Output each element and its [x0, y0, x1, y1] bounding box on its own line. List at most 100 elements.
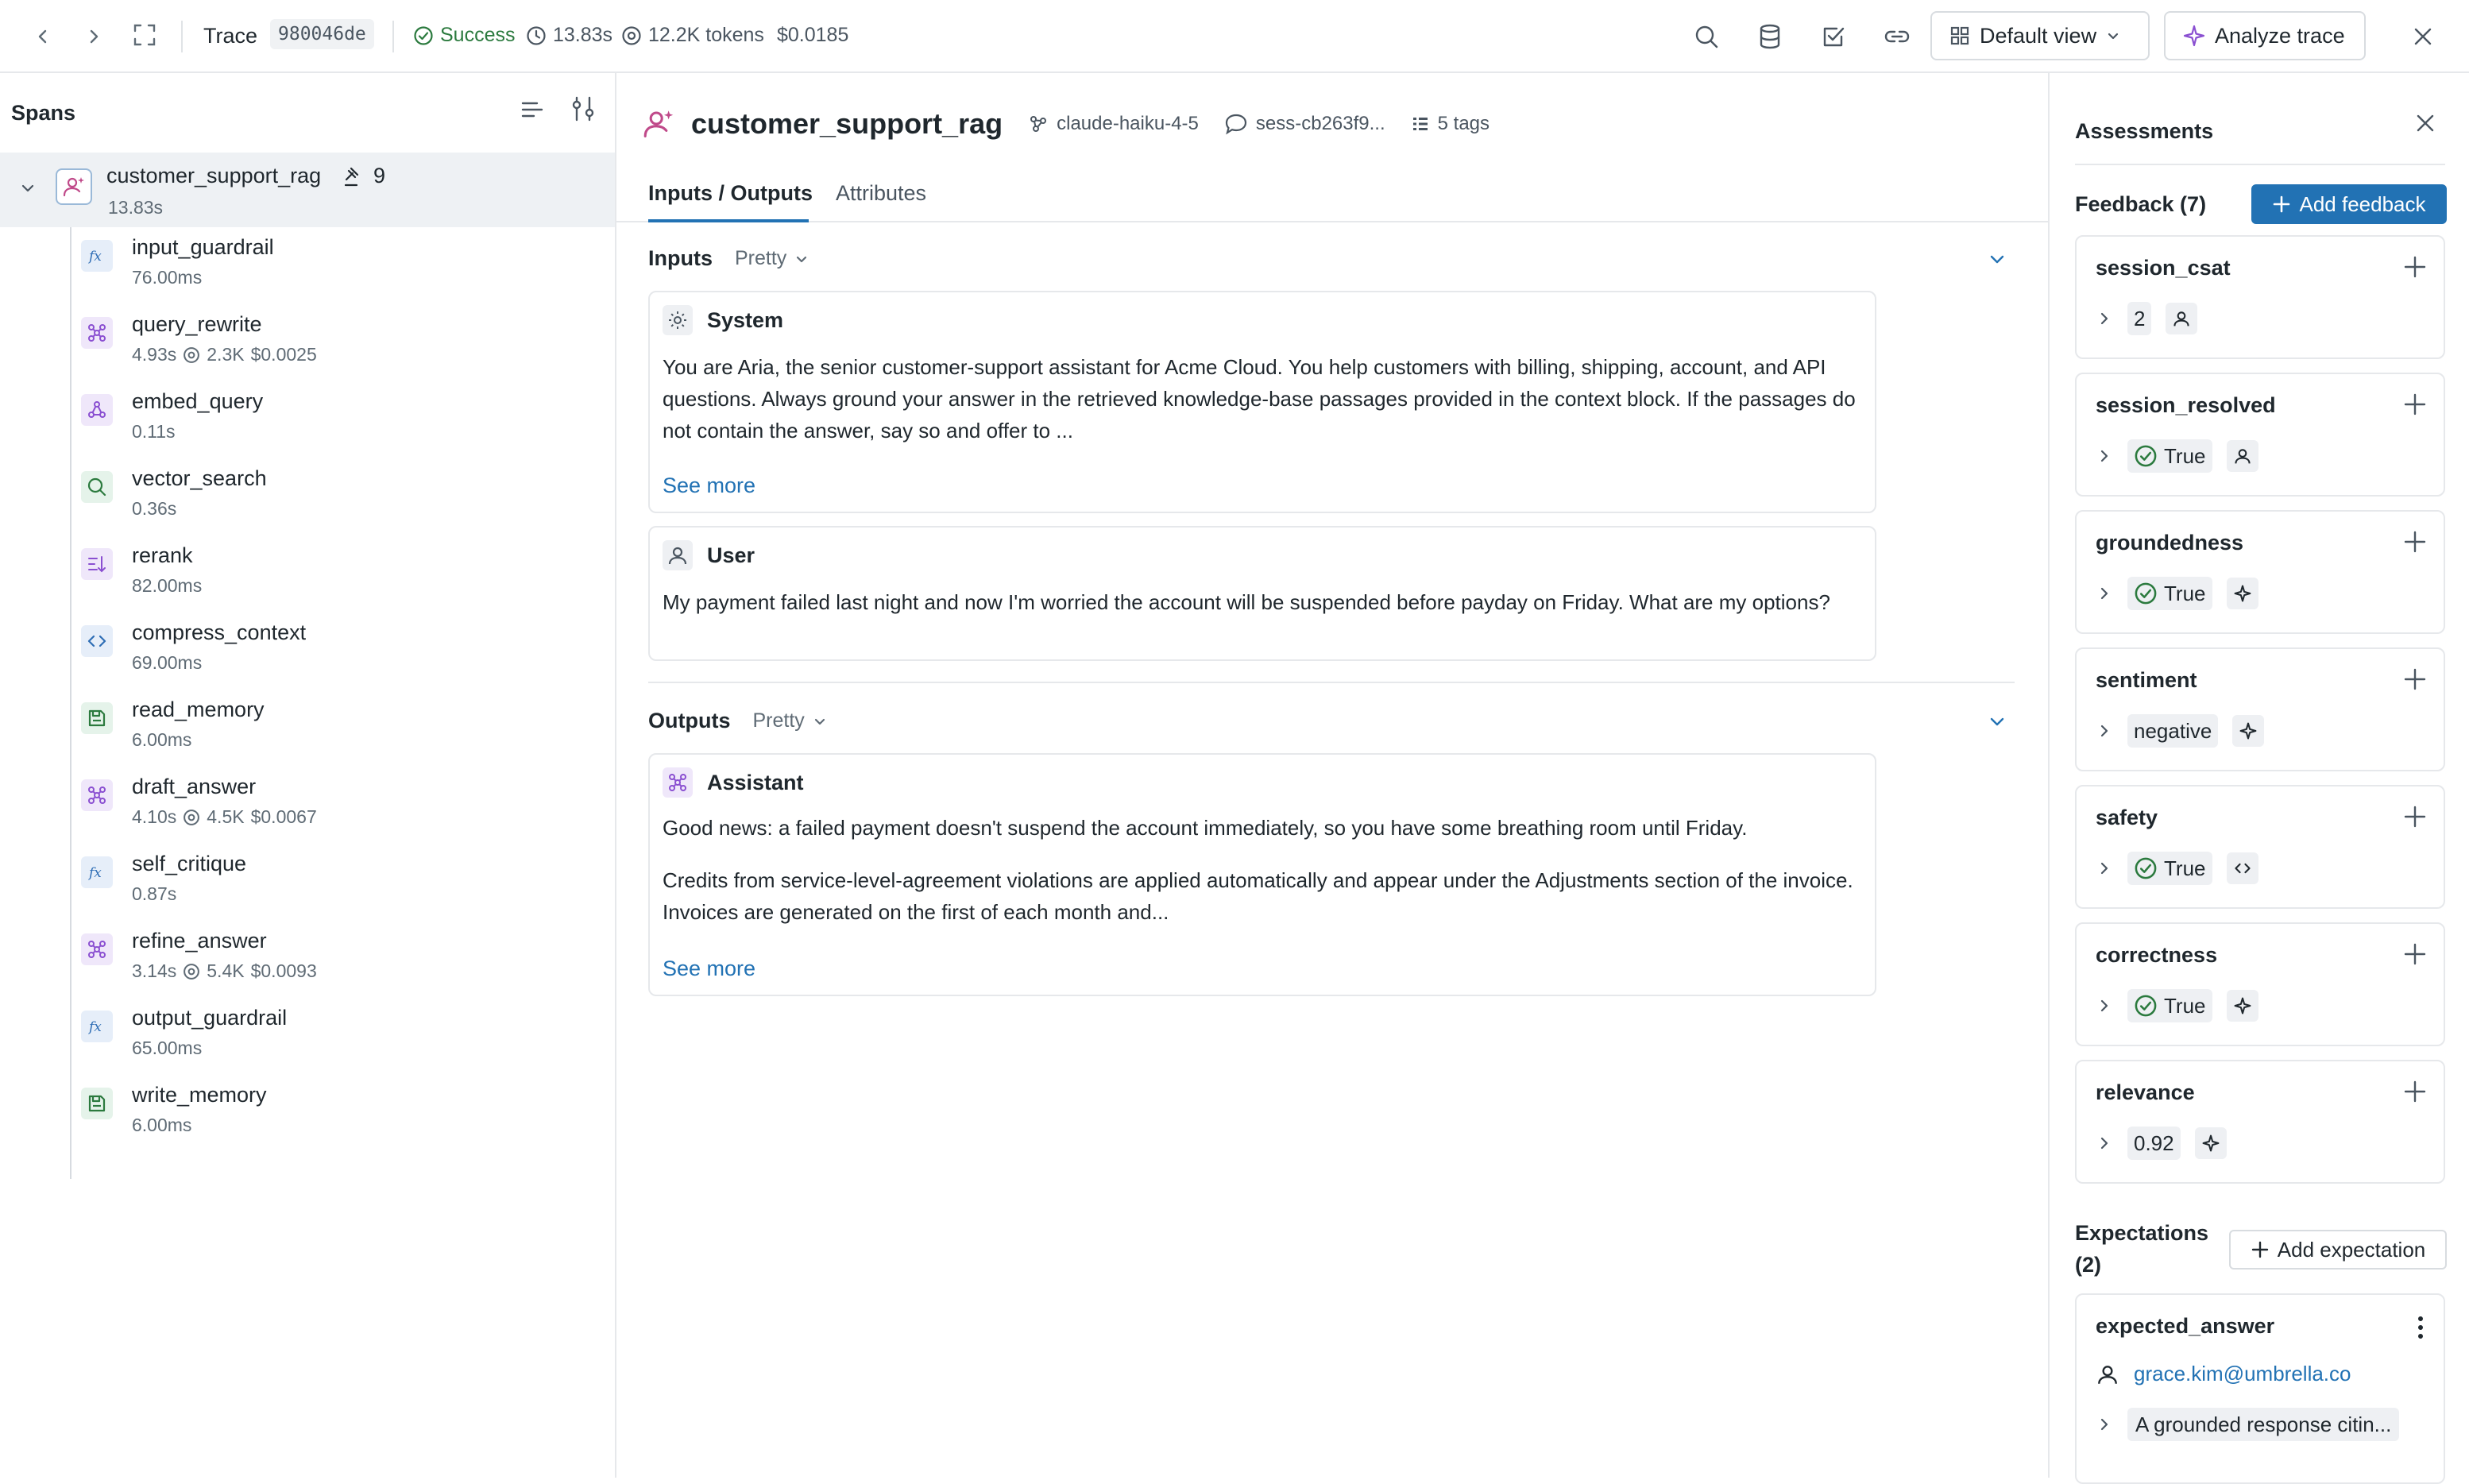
chevron-right-icon[interactable]	[2096, 1134, 2113, 1152]
divider	[2075, 164, 2445, 165]
span-row-vector-search[interactable]: vector_search 0.36s	[68, 458, 615, 535]
span-row-write-memory[interactable]: write_memory 6.00ms	[68, 1075, 615, 1151]
plus-icon[interactable]	[2402, 941, 2428, 967]
default-view-dropdown[interactable]: Default view	[1930, 11, 2150, 60]
code-icon	[2226, 852, 2258, 884]
tab-attributes[interactable]: Attributes	[836, 181, 926, 206]
span-tokens: 2.3K	[207, 344, 245, 365]
add-expectation-button[interactable]: Add expectation	[2229, 1230, 2447, 1270]
collapse-all-icon[interactable]	[520, 97, 545, 122]
search-icon[interactable]	[1690, 21, 1722, 52]
plus-icon[interactable]	[2402, 392, 2428, 417]
feedback-card-session-csat: session_csat 2	[2075, 235, 2445, 359]
assistant-label: Assistant	[707, 770, 804, 794]
plus-icon[interactable]	[2402, 529, 2428, 555]
feedback-value-text: negative	[2134, 718, 2212, 743]
span-cost: $0.0067	[250, 806, 317, 827]
assessments-title: Assessments	[2075, 119, 2214, 143]
plus-icon[interactable]	[2402, 667, 2428, 692]
analyze-trace-button[interactable]: Analyze trace	[2164, 11, 2366, 60]
collapse-inputs-icon[interactable]	[1988, 249, 2007, 269]
back-icon[interactable]	[27, 21, 59, 52]
status-badge: Success	[413, 24, 515, 47]
checklist-icon[interactable]	[1818, 21, 1849, 52]
feedback-value-row[interactable]: True	[2096, 989, 2258, 1022]
feedback-value-row[interactable]: True	[2096, 439, 2258, 473]
user-label: User	[707, 543, 755, 567]
database-icon[interactable]	[1754, 21, 1786, 52]
expectation-value[interactable]: A grounded response citin...	[2096, 1408, 2400, 1441]
span-duration: 3.14s	[132, 960, 177, 981]
more-vertical-icon[interactable]	[2417, 1316, 2425, 1339]
add-feedback-button[interactable]: Add feedback	[2251, 184, 2447, 224]
span-row-refine-answer[interactable]: refine_answer 3.14s 5.4K $0.0093	[68, 921, 615, 997]
chevron-right-icon[interactable]	[2096, 860, 2113, 877]
tokens-text: 12.2K tokens	[648, 24, 764, 46]
session-chip[interactable]: sess-cb263f9...	[1224, 113, 1385, 135]
span-name: query_rewrite	[132, 312, 262, 336]
span-row-self-critique[interactable]: fx self_critique 0.87s	[68, 844, 615, 920]
feedback-value-text: True	[2164, 993, 2206, 1018]
chevron-right-icon	[2100, 1418, 2108, 1431]
chevron-right-icon[interactable]	[2096, 585, 2113, 602]
feedback-value-row[interactable]: True	[2096, 577, 2258, 610]
chevron-down-icon[interactable]	[19, 180, 37, 197]
fullscreen-icon[interactable]	[129, 19, 160, 51]
chevron-right-icon[interactable]	[2096, 722, 2113, 740]
add-feedback-label: Add feedback	[2299, 191, 2426, 216]
assistant-see-more-link[interactable]: See more	[663, 956, 755, 981]
trace-id[interactable]: 980046de	[270, 19, 374, 49]
feedback-card-correctness: correctness True	[2075, 922, 2445, 1046]
forward-icon[interactable]	[78, 21, 110, 52]
feedback-card-safety: safety True	[2075, 785, 2445, 909]
system-see-more-link[interactable]: See more	[663, 473, 755, 498]
span-tokens: 4.5K	[207, 806, 245, 827]
plus-icon[interactable]	[2402, 254, 2428, 280]
feedback-value-row[interactable]: negative	[2096, 714, 2265, 748]
close-icon[interactable]	[2407, 21, 2439, 52]
span-metrics: 82.00ms	[132, 575, 202, 597]
feedback-value-row[interactable]: True	[2096, 852, 2258, 885]
check-circle-icon	[2135, 445, 2157, 467]
span-tokens: 5.4K	[207, 960, 245, 981]
feedback-name: correctness	[2096, 943, 2218, 967]
collapse-outputs-icon[interactable]	[1988, 712, 2007, 731]
feedback-value: True	[2127, 439, 2212, 473]
expectation-user: grace.kim@umbrella.co	[2096, 1362, 2351, 1386]
plus-icon[interactable]	[2402, 804, 2428, 829]
chevron-right-icon[interactable]	[2096, 447, 2113, 465]
spans-title: Spans	[11, 100, 76, 125]
span-row-query-rewrite[interactable]: query_rewrite 4.93s 2.3K $0.0025	[68, 304, 615, 381]
feedback-value-text: True	[2164, 443, 2206, 468]
feedback-value-text: 2	[2134, 306, 2146, 330]
span-row-input-guardrail[interactable]: fx input_guardrail 76.00ms	[68, 227, 615, 303]
span-row-read-memory[interactable]: read_memory 6.00ms	[68, 690, 615, 766]
chevron-right-icon[interactable]	[2096, 310, 2113, 327]
link-icon[interactable]	[1881, 21, 1913, 52]
expectation-user-link[interactable]: grace.kim@umbrella.co	[2134, 1362, 2351, 1386]
outputs-format-dropdown[interactable]: Pretty	[752, 709, 826, 732]
span-name: refine_answer	[132, 929, 267, 953]
feedback-card-session-resolved: session_resolved True	[2075, 373, 2445, 497]
feedback-value-row[interactable]: 2	[2096, 302, 2198, 335]
span-root-row[interactable]: customer_support_rag 9 13.83s	[0, 153, 615, 227]
span-row-output-guardrail[interactable]: fx output_guardrail 65.00ms	[68, 998, 615, 1074]
close-icon[interactable]	[2413, 111, 2437, 135]
settings-sliders-icon[interactable]	[570, 95, 596, 122]
span-row-compress-context[interactable]: compress_context 69.00ms	[68, 613, 615, 689]
feedback-value-text: True	[2164, 856, 2206, 880]
span-row-embed-query[interactable]: embed_query 0.11s	[68, 381, 615, 458]
inputs-format-dropdown[interactable]: Pretty	[735, 247, 809, 270]
feedback-value-row[interactable]: 0.92	[2096, 1127, 2227, 1160]
tokens-icon	[622, 25, 641, 45]
span-row-rerank[interactable]: rerank 82.00ms	[68, 535, 615, 612]
tags-chip[interactable]: 5 tags	[1411, 113, 1490, 135]
llm-icon	[81, 779, 113, 811]
tab-inputs-outputs[interactable]: Inputs / Outputs	[648, 181, 813, 206]
assistant-paragraph-1: Good news: a failed payment doesn't susp…	[663, 816, 1748, 840]
model-icon	[1030, 116, 1047, 132]
span-row-draft-answer[interactable]: draft_answer 4.10s 4.5K $0.0067	[68, 767, 615, 843]
model-chip[interactable]: claude-haiku-4-5	[1028, 113, 1199, 135]
chevron-right-icon[interactable]	[2096, 997, 2113, 1014]
plus-icon[interactable]	[2402, 1079, 2428, 1104]
